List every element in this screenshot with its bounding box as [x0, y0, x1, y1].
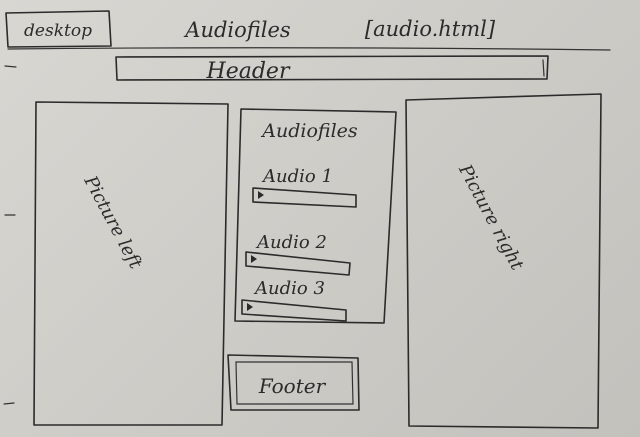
audio-item: Audio 2: [245, 232, 351, 276]
audio-player-bar: [252, 187, 357, 208]
device-label: desktop: [24, 21, 92, 41]
page-title: Audiofiles: [183, 18, 291, 42]
footer-label: Footer: [258, 374, 327, 398]
audio-item-label: Audio 3: [253, 278, 325, 299]
file-label: [audio.html]: [365, 17, 496, 41]
audio-item: Audio 3: [241, 278, 347, 322]
audio-item-label: Audio 2: [255, 232, 327, 253]
audio-item: Audio 1: [252, 166, 357, 208]
picture-right-label: Picture right: [454, 160, 528, 274]
audio-section-heading: Audiofiles: [260, 120, 358, 142]
margin-tick: [4, 65, 17, 68]
audio-player-bar: [241, 299, 347, 322]
wireframe-sketch: desktop Audiofiles [audio.html] Header P…: [3, 10, 611, 429]
margin-tick: [3, 402, 15, 405]
audio-player[interactable]: [241, 299, 347, 322]
play-icon[interactable]: [251, 255, 257, 263]
top-divider: [7, 47, 611, 51]
audio-player-bar: [245, 251, 351, 276]
header-mark: [542, 59, 545, 77]
audio-item-label: Audio 1: [261, 166, 333, 187]
header-label: Header: [206, 59, 291, 84]
audio-player[interactable]: [245, 251, 351, 276]
play-icon[interactable]: [258, 191, 264, 199]
picture-left-label: Picture left: [79, 172, 146, 274]
audio-player[interactable]: [252, 187, 357, 208]
header-box: [115, 55, 549, 81]
play-icon[interactable]: [247, 303, 253, 311]
